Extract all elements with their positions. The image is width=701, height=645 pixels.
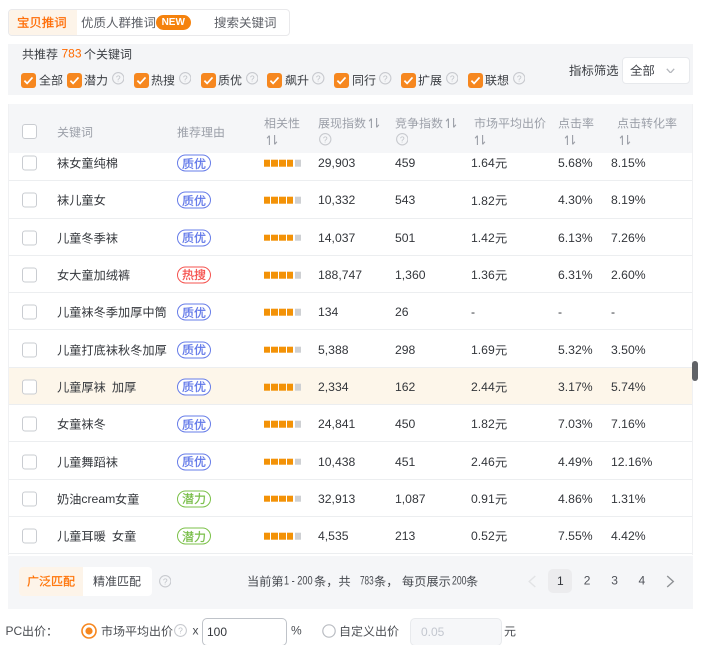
- svg-text:?: ?: [163, 577, 168, 587]
- svg-text:?: ?: [517, 74, 522, 84]
- svg-text:?: ?: [323, 135, 328, 145]
- svg-text:?: ?: [383, 74, 388, 84]
- svg-text:?: ?: [183, 74, 188, 84]
- svg-text:?: ?: [316, 74, 321, 84]
- svg-text:?: ?: [400, 135, 405, 145]
- svg-text:?: ?: [249, 74, 254, 84]
- svg-text:?: ?: [116, 74, 121, 84]
- svg-text:?: ?: [450, 74, 455, 84]
- svg-text:?: ?: [178, 626, 183, 636]
